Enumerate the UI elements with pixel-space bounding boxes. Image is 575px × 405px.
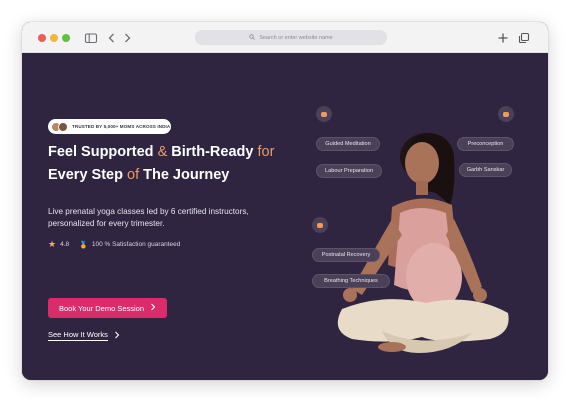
tag-breathing-techniques: Breathing Techniques — [312, 274, 390, 288]
forward-icon[interactable] — [120, 31, 134, 45]
maximize-window-button[interactable] — [62, 34, 70, 42]
category-badge-icon — [312, 217, 328, 233]
tag-labour-preparation: Labour Preparation — [316, 164, 382, 178]
tag-guided-meditation: Guided Meditation — [316, 137, 380, 151]
tabs-overview-icon[interactable] — [517, 31, 531, 45]
browser-titlebar: Search or enter website name — [22, 22, 548, 53]
minimize-window-button[interactable] — [50, 34, 58, 42]
book-demo-button[interactable]: Book Your Demo Session — [48, 298, 167, 318]
chevron-right-icon — [150, 303, 156, 313]
tag-postnatal-recovery: Postnatal Recovery — [312, 248, 380, 262]
new-tab-icon[interactable] — [496, 31, 510, 45]
subtext-line: Live prenatal yoga classes led by 6 cert… — [48, 207, 249, 216]
satisfaction-text: 100 % Satisfaction guaranteed — [91, 241, 181, 248]
rating-row: ★ 4.8 🏅 100 % Satisfaction guaranteed — [48, 240, 180, 249]
trust-badge: TRUSTED BY 5,000+ MOMS ACROSS INDIA — [48, 119, 171, 134]
headline-text: The Journey — [139, 167, 230, 183]
sidebar-icon[interactable] — [84, 31, 98, 45]
address-bar[interactable]: Search or enter website name — [195, 30, 387, 45]
rating-value: 4.8 — [60, 241, 70, 248]
category-badge-icon — [498, 106, 514, 122]
headline-text: Birth-Ready — [167, 144, 258, 160]
headline-accent: & — [157, 144, 168, 160]
see-how-it-works-link[interactable]: See How It Works — [48, 330, 120, 341]
close-window-button[interactable] — [38, 34, 46, 42]
star-icon: ★ — [48, 239, 57, 249]
tag-garbh-sanskar: Garbh Sanskar — [459, 163, 512, 177]
headline-accent: for — [257, 144, 275, 160]
headline-accent: of — [127, 167, 140, 183]
medal-icon: 🏅 — [79, 241, 88, 249]
search-icon — [249, 33, 256, 42]
trust-badge-text: TRUSTED BY 5,000+ MOMS ACROSS INDIA — [72, 124, 171, 129]
back-icon[interactable] — [105, 31, 119, 45]
category-badge-icon — [316, 106, 332, 122]
avatar — [58, 121, 68, 132]
hero-subtext: Live prenatal yoga classes led by 6 cert… — [48, 206, 288, 229]
book-demo-label: Book Your Demo Session — [58, 303, 145, 313]
see-how-it-works-label: See How It Works — [48, 330, 108, 341]
headline-text: Every Step — [48, 167, 127, 183]
hero-section: TRUSTED BY 5,000+ MOMS ACROSS INDIA Feel… — [22, 53, 548, 380]
tag-preconception: Preconception — [457, 137, 514, 151]
address-placeholder: Search or enter website name — [259, 34, 333, 41]
hero-headline: Feel Supported & Birth-Ready for Every S… — [48, 141, 348, 187]
browser-window: Search or enter website name TRUSTED BY … — [22, 22, 548, 380]
headline-text: Feel Supported — [48, 144, 158, 160]
chevron-right-icon — [114, 331, 120, 341]
subtext-line: personalized for every trimester. — [48, 218, 165, 228]
